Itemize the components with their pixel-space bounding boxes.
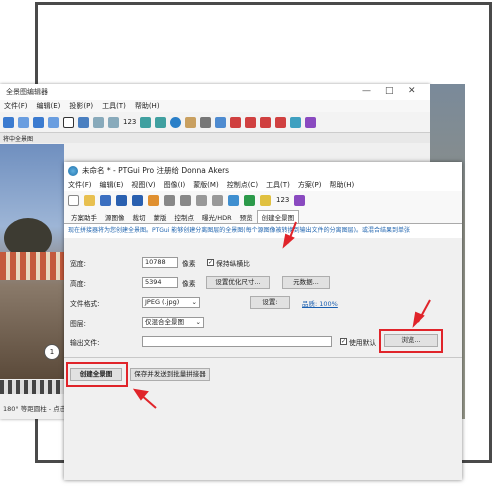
tab-arrow-head [282, 233, 295, 249]
browse-arrow-head [412, 311, 425, 328]
annotation-arrows [132, 221, 431, 409]
